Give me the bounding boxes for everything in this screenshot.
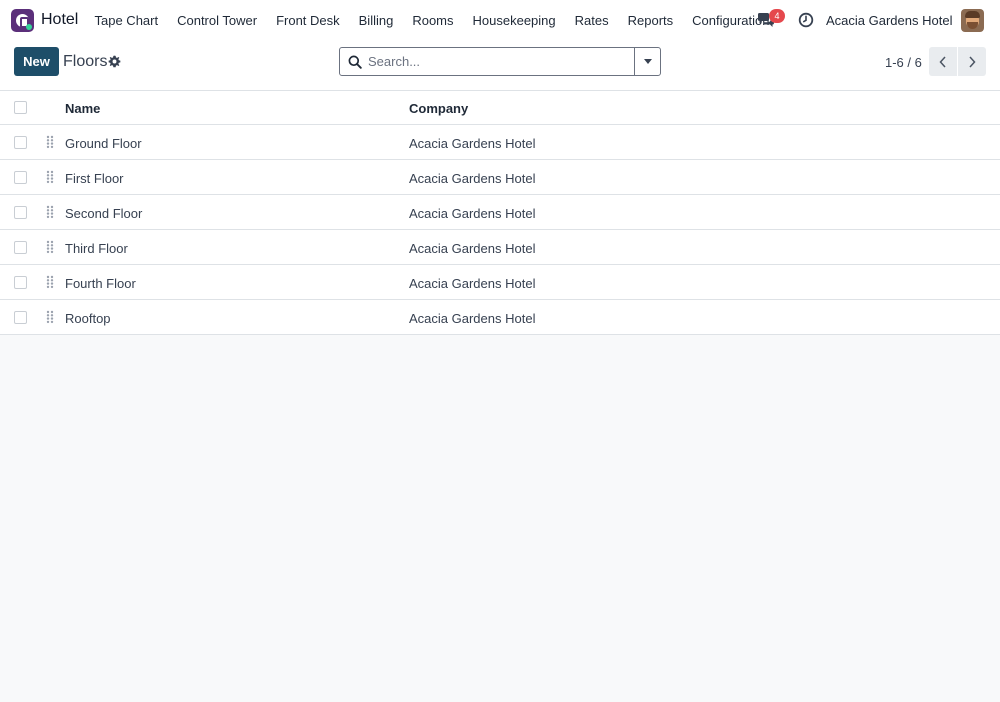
cell-company: Acacia Gardens Hotel xyxy=(409,276,536,291)
table-row[interactable]: Ground Floor Acacia Gardens Hotel xyxy=(0,125,1000,160)
cell-company: Acacia Gardens Hotel xyxy=(409,241,536,256)
column-header-company[interactable]: Company xyxy=(409,101,468,116)
floors-list: Name Company Ground Floor Acacia Gardens… xyxy=(0,91,1000,335)
menu-item-front-desk[interactable]: Front Desk xyxy=(267,13,350,28)
menu-item-rates[interactable]: Rates xyxy=(565,13,618,28)
chevron-left-icon xyxy=(939,55,946,68)
drag-handle-icon[interactable] xyxy=(46,310,54,324)
cell-company: Acacia Gardens Hotel xyxy=(409,171,536,186)
menu-item-housekeeping[interactable]: Housekeeping xyxy=(463,13,565,28)
caret-down-icon xyxy=(643,59,652,64)
row-checkbox[interactable] xyxy=(14,206,27,219)
company-switcher[interactable]: Acacia Gardens Hotel xyxy=(826,13,952,28)
page-title: Floors xyxy=(63,53,108,70)
table-header: Name Company xyxy=(0,91,1000,125)
row-checkbox[interactable] xyxy=(14,171,27,184)
search-options-toggle[interactable] xyxy=(634,48,660,75)
main-navbar: Hotel Tape Chart Control Tower Front Des… xyxy=(0,0,1000,40)
clock-icon[interactable] xyxy=(798,12,814,28)
cell-company: Acacia Gardens Hotel xyxy=(409,311,536,326)
table-row[interactable]: Fourth Floor Acacia Gardens Hotel xyxy=(0,265,1000,300)
hotel-app-icon[interactable] xyxy=(11,9,34,32)
new-button[interactable]: New xyxy=(14,47,59,76)
menu-item-reports[interactable]: Reports xyxy=(618,13,683,28)
table-row[interactable]: Rooftop Acacia Gardens Hotel xyxy=(0,300,1000,335)
pager-value[interactable]: 1-6 / 6 xyxy=(885,55,922,70)
drag-handle-icon[interactable] xyxy=(46,205,54,219)
search-input[interactable] xyxy=(368,51,630,72)
row-checkbox[interactable] xyxy=(14,136,27,149)
cell-name: First Floor xyxy=(65,171,124,186)
table-row[interactable]: Third Floor Acacia Gardens Hotel xyxy=(0,230,1000,265)
column-header-name[interactable]: Name xyxy=(65,101,100,116)
menu-item-control-tower[interactable]: Control Tower xyxy=(168,13,267,28)
select-all-checkbox[interactable] xyxy=(14,101,27,114)
pager-previous-button[interactable] xyxy=(929,47,957,76)
drag-handle-icon[interactable] xyxy=(46,275,54,289)
cell-name: Second Floor xyxy=(65,206,143,221)
top-menu: Tape Chart Control Tower Front Desk Bill… xyxy=(85,0,779,40)
drag-handle-icon[interactable] xyxy=(46,135,54,149)
gear-icon[interactable] xyxy=(108,55,121,68)
app-name[interactable]: Hotel xyxy=(41,11,78,29)
table-row[interactable]: First Floor Acacia Gardens Hotel xyxy=(0,160,1000,195)
message-count-badge: 4 xyxy=(769,9,785,23)
menu-item-tape-chart[interactable]: Tape Chart xyxy=(85,13,168,28)
cell-company: Acacia Gardens Hotel xyxy=(409,206,536,221)
cell-name: Ground Floor xyxy=(65,136,142,151)
cell-name: Third Floor xyxy=(65,241,128,256)
user-avatar[interactable] xyxy=(961,9,984,32)
drag-handle-icon[interactable] xyxy=(46,170,54,184)
chevron-right-icon xyxy=(969,55,976,68)
search-bar xyxy=(339,47,661,76)
menu-item-billing[interactable]: Billing xyxy=(349,13,403,28)
table-row[interactable]: Second Floor Acacia Gardens Hotel xyxy=(0,195,1000,230)
row-checkbox[interactable] xyxy=(14,311,27,324)
cell-company: Acacia Gardens Hotel xyxy=(409,136,536,151)
pager-next-button[interactable] xyxy=(958,47,986,76)
menu-item-rooms[interactable]: Rooms xyxy=(403,13,463,28)
drag-handle-icon[interactable] xyxy=(46,240,54,254)
cell-name: Fourth Floor xyxy=(65,276,136,291)
row-checkbox[interactable] xyxy=(14,276,27,289)
row-checkbox[interactable] xyxy=(14,241,27,254)
cell-name: Rooftop xyxy=(65,311,111,326)
control-panel: New Floors 1-6 / 6 xyxy=(0,40,1000,91)
search-icon xyxy=(348,55,362,69)
